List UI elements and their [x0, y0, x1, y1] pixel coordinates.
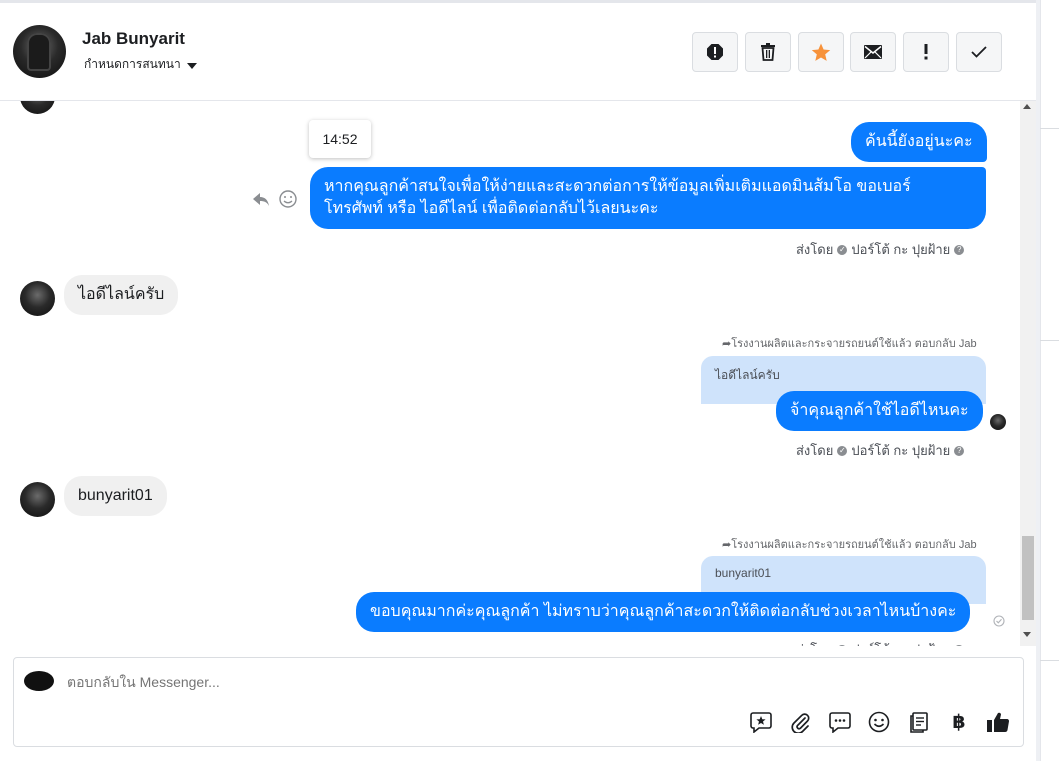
- star-icon: [811, 43, 831, 61]
- payment-button[interactable]: ฿: [947, 710, 971, 734]
- attachment-icon: [791, 713, 810, 733]
- message-bubble-outgoing[interactable]: ขอบคุณมากค่ะคุณลูกค้า ไม่ทราบว่าคุณลูกค้…: [356, 592, 971, 632]
- page-avatar: [24, 671, 54, 691]
- message-composer: ฿: [13, 657, 1024, 747]
- trash-icon: [761, 43, 775, 61]
- reply-input[interactable]: [67, 674, 567, 690]
- divider: [1040, 128, 1059, 129]
- like-button[interactable]: [986, 710, 1010, 734]
- verified-icon: ✓: [837, 644, 848, 646]
- message-line: โทรศัพท์ หรือ ไอดีไลน์ เพื่อติดต่อกลับไว…: [324, 200, 659, 217]
- message-line: หากคุณลูกค้าสนใจเพื่อให้ง่ายและสะดวกต่อก…: [324, 178, 911, 195]
- verified-icon: ✓: [837, 445, 848, 456]
- sent-by-prefix: ส่งโดย: [796, 443, 834, 458]
- saved-reply-icon: [750, 712, 772, 733]
- contact-avatar[interactable]: [13, 25, 66, 78]
- scroll-up-icon[interactable]: [1023, 104, 1031, 109]
- attach-button[interactable]: [788, 710, 812, 734]
- reply-context: ➦โรงงานผลิตและกระจายรถยนต์ใช้แล้ว ตอบกลั…: [722, 334, 977, 352]
- like-icon: [987, 712, 1010, 733]
- contact-name[interactable]: Jab Bunyarit: [82, 29, 185, 49]
- contact-avatar-small: [20, 281, 55, 316]
- baht-icon: ฿: [952, 711, 966, 733]
- emoji-reaction-icon[interactable]: [279, 190, 297, 208]
- reply-arrow-icon: ➦: [722, 539, 732, 551]
- sent-by-agent: ปอร์โต้ กะ ปุยฝ้าย: [851, 639, 950, 646]
- message-bubble-outgoing[interactable]: หากคุณลูกค้าสนใจเพื่อให้ง่ายและสะดวกต่อก…: [310, 167, 986, 229]
- emoji-button[interactable]: [867, 710, 891, 734]
- form-button[interactable]: [907, 710, 931, 734]
- reply-icon[interactable]: [252, 190, 270, 208]
- saved-reply-button[interactable]: [749, 710, 773, 734]
- scroll-down-icon[interactable]: [1023, 632, 1031, 637]
- sent-by-info: ส่งโดย ✓ ปอร์โต้ กะ ปุยฝ้าย ?: [796, 239, 965, 260]
- conversation-settings-dropdown[interactable]: กำหนดการสนทนา: [84, 55, 197, 74]
- report-icon: [707, 44, 723, 60]
- quick-reply-button[interactable]: [828, 710, 852, 734]
- reply-context-label: โรงงานผลิตและกระจายรถยนต์ใช้แล้ว ตอบกลับ…: [731, 539, 977, 551]
- mail-icon: [864, 45, 882, 59]
- divider: [1040, 660, 1059, 661]
- check-icon: [971, 46, 987, 58]
- help-icon[interactable]: ?: [954, 644, 965, 646]
- sent-by-info: ส่งโดย ✓ ปอร์โต้ กะ ปุยฝ้าย ?: [796, 440, 965, 461]
- contact-avatar-small: [20, 101, 55, 114]
- mark-done-button[interactable]: [956, 32, 1002, 72]
- right-panel: [1040, 0, 1059, 761]
- reply-context-label: โรงงานผลิตและกระจายรถยนต์ใช้แล้ว ตอบกลับ…: [731, 338, 977, 350]
- conversation-header: Jab Bunyarit กำหนดการสนทนา: [0, 3, 1036, 101]
- seen-avatar: [990, 414, 1006, 430]
- verified-icon: ✓: [837, 244, 848, 255]
- scrollbar-thumb[interactable]: [1022, 536, 1034, 620]
- sent-by-agent: ปอร์โต้ กะ ปุยฝ้าย: [851, 443, 951, 458]
- sent-status-icon: [993, 615, 1005, 627]
- timestamp-tooltip: 14:52: [309, 120, 371, 158]
- reply-context: ➦โรงงานผลิตและกระจายรถยนต์ใช้แล้ว ตอบกลั…: [722, 535, 977, 553]
- mark-unread-button[interactable]: [850, 32, 896, 72]
- delete-button[interactable]: [745, 32, 791, 72]
- chevron-down-icon: [186, 62, 197, 69]
- help-icon[interactable]: ?: [954, 244, 965, 255]
- help-icon[interactable]: ?: [954, 445, 965, 456]
- contact-avatar-small: [20, 482, 55, 517]
- divider: [1040, 340, 1059, 341]
- message-thread: 14:52 ค้นนี้ยังอยู่นะคะ หากคุณลูกค้าสนใจ…: [0, 101, 1020, 646]
- sent-by-prefix: ส่งโดย: [796, 639, 833, 646]
- exclamation-icon: [924, 44, 928, 60]
- reply-arrow-icon: ➦: [722, 338, 732, 350]
- sent-by-prefix: ส่งโดย: [796, 242, 834, 257]
- message-bubble-incoming[interactable]: bunyarit01: [64, 476, 167, 516]
- message-bubble-outgoing[interactable]: จ้าคุณลูกค้าใช้ไอดีไหนคะ: [776, 391, 983, 431]
- conversation-settings-label: กำหนดการสนทนา: [84, 57, 181, 71]
- star-button[interactable]: [798, 32, 844, 72]
- report-button[interactable]: [692, 32, 738, 72]
- follow-up-button[interactable]: [903, 32, 949, 72]
- sent-by-agent: ปอร์โต้ กะ ปุยฝ้าย: [851, 242, 951, 257]
- sent-by-info: ส่งโดย ✓ ปอร์โต้ กะ ปุยฝ้าย ?: [796, 639, 965, 646]
- message-bubble-incoming[interactable]: ไอดีไลน์ครับ: [64, 275, 179, 315]
- form-icon: [910, 712, 928, 733]
- message-bubble-outgoing[interactable]: ค้นนี้ยังอยู่นะคะ: [851, 122, 987, 162]
- quick-reply-icon: [829, 712, 851, 733]
- emoji-icon: [868, 711, 890, 733]
